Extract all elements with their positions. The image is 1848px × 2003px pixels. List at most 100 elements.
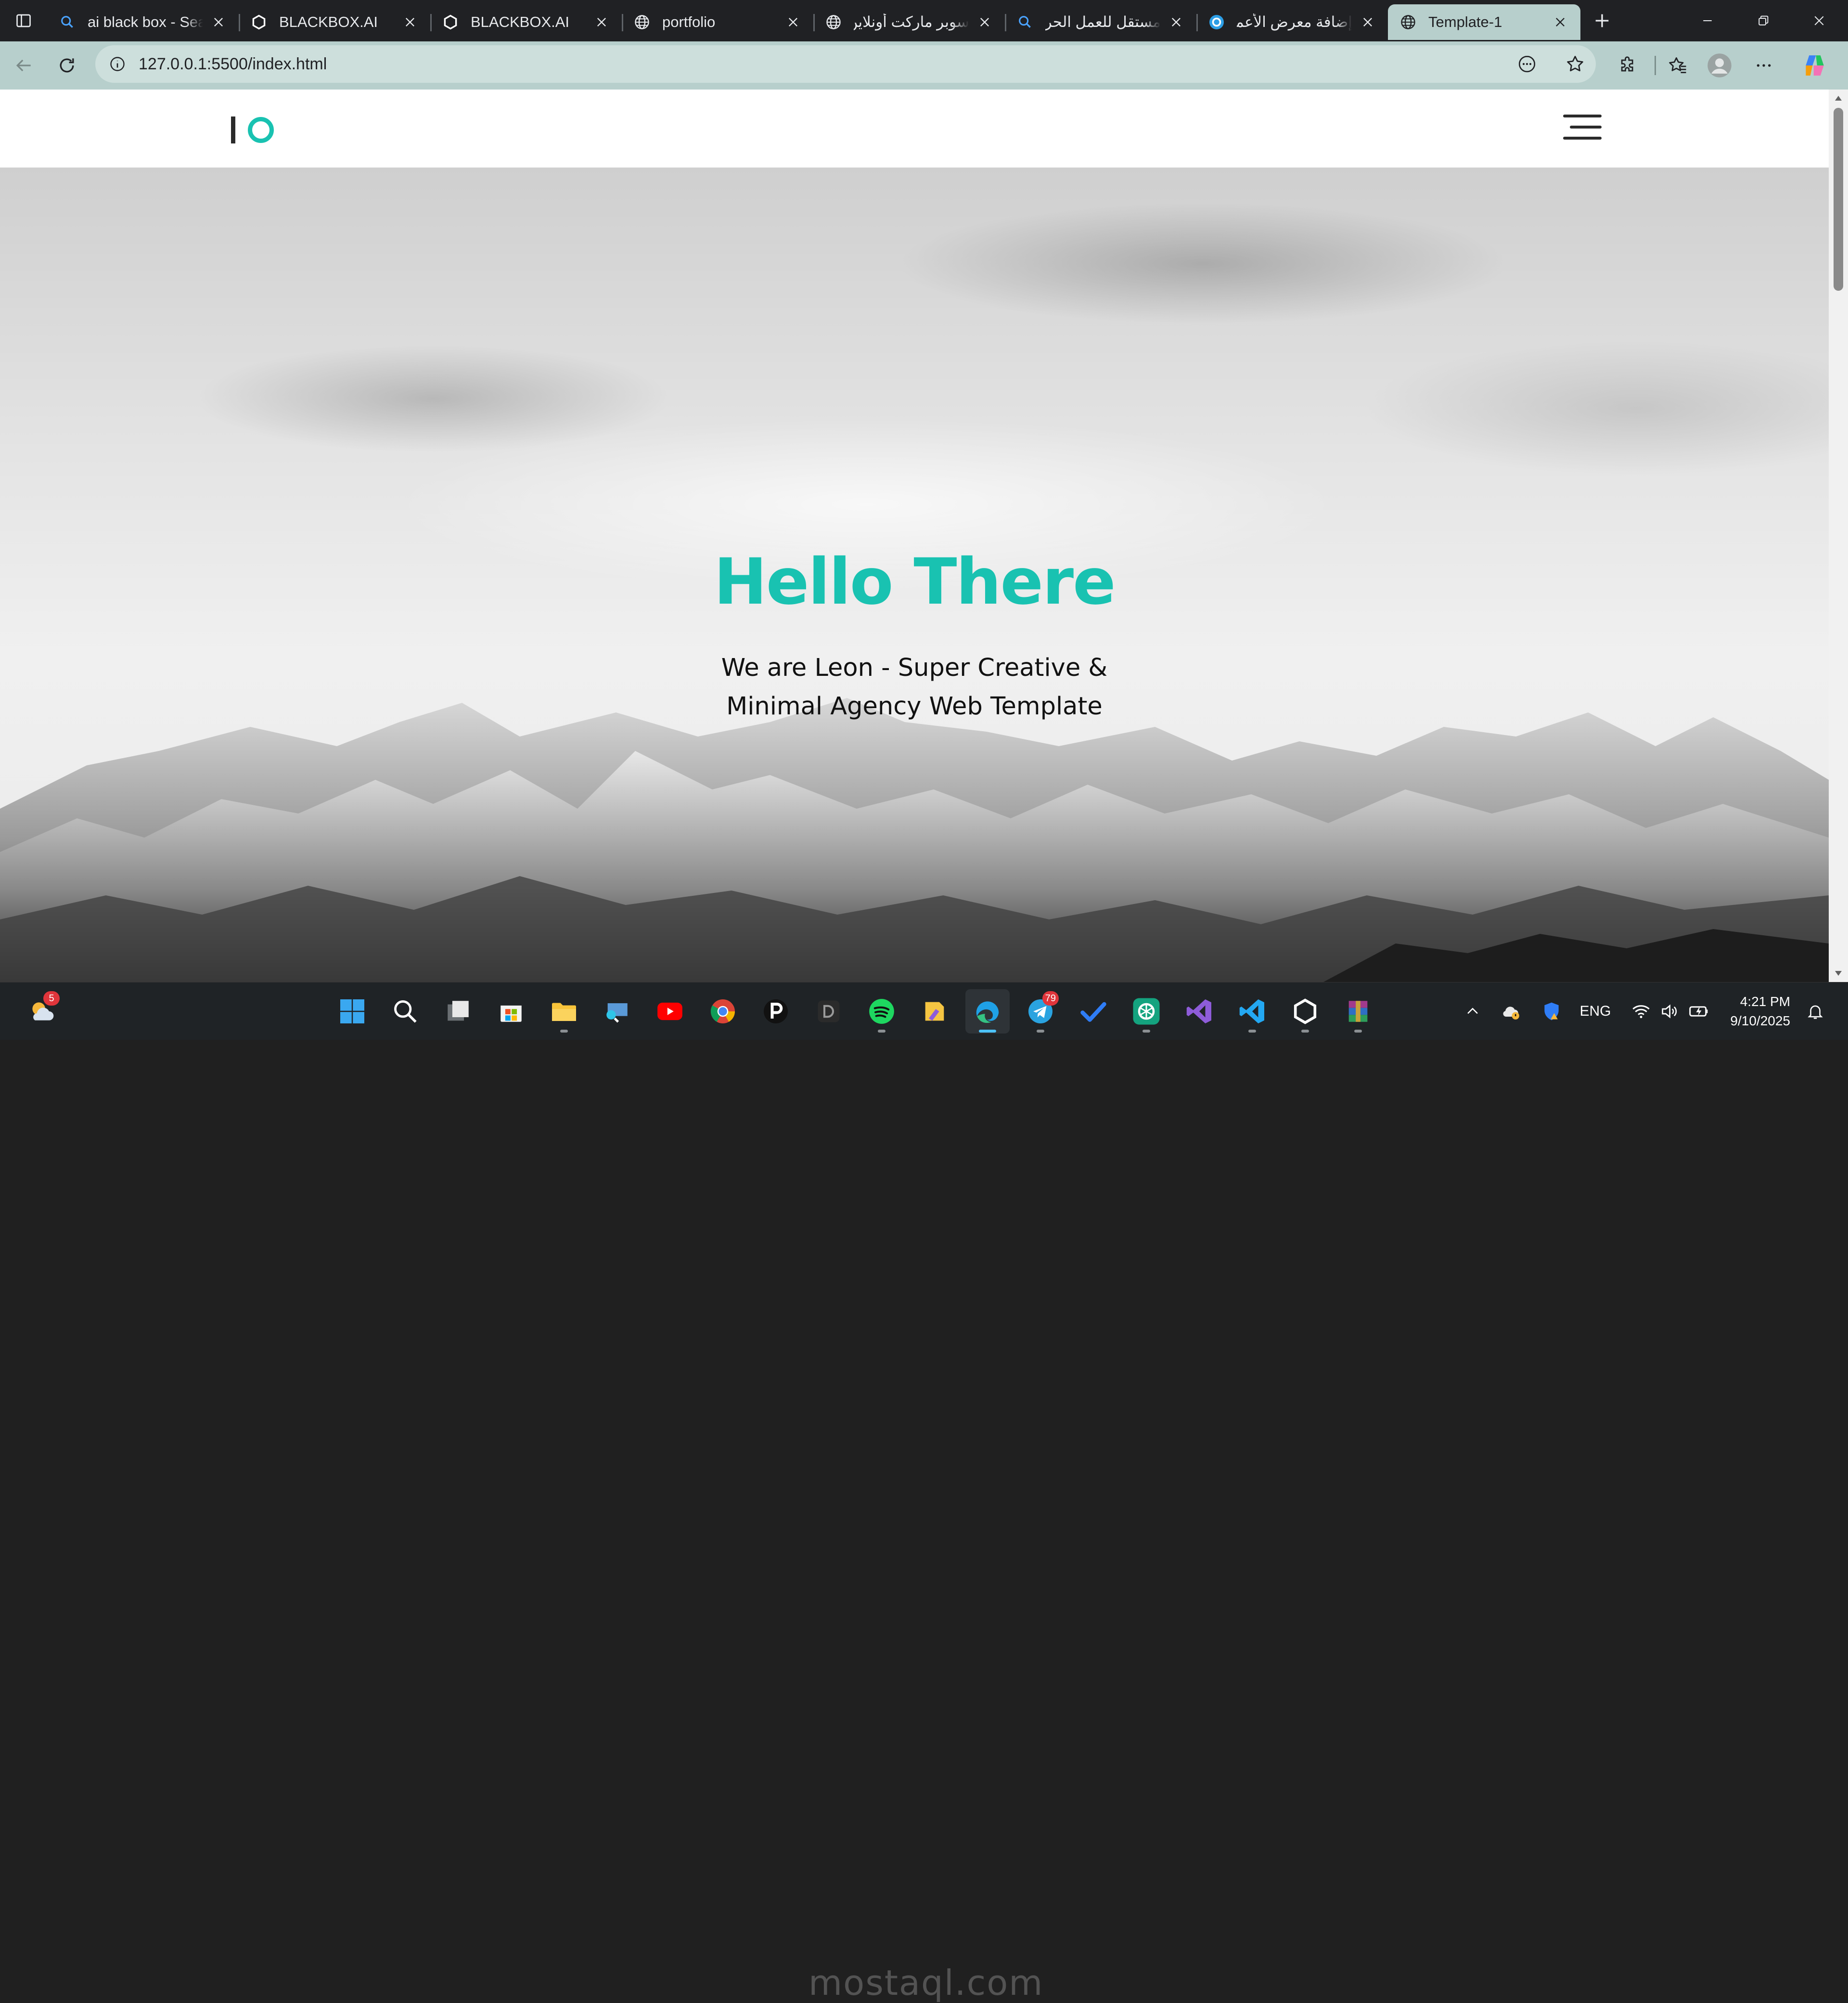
site-info-icon[interactable] <box>109 55 126 73</box>
chatgpt-icon <box>1133 998 1160 1025</box>
tab-close-button[interactable] <box>209 13 228 32</box>
restore-button[interactable] <box>1735 0 1791 41</box>
microsoft-store-app[interactable] <box>489 989 533 1034</box>
url-text[interactable]: 127.0.0.1:5500/index.html <box>139 55 327 74</box>
close-icon <box>597 18 606 26</box>
browser-tab[interactable]: portfolio <box>622 4 813 40</box>
minimize-icon <box>1703 20 1712 21</box>
speaker-icon <box>1662 1004 1677 1019</box>
new-tab-button[interactable] <box>1580 0 1624 41</box>
task-view-icon <box>448 1001 469 1021</box>
tab-close-button[interactable] <box>592 13 611 32</box>
ellipsis-icon <box>1757 64 1771 67</box>
close-icon <box>1172 18 1181 26</box>
profile-button[interactable] <box>1699 45 1740 86</box>
tab-close-button[interactable] <box>1551 13 1570 32</box>
youtube-app[interactable] <box>648 989 692 1034</box>
favorites-star-icon <box>1669 57 1686 74</box>
read-aloud-button[interactable] <box>1515 52 1539 76</box>
toolbar-divider <box>1655 56 1656 75</box>
favorites-button[interactable] <box>1657 45 1699 86</box>
pika-app[interactable] <box>754 989 798 1034</box>
browser-tab[interactable]: إضافة معرض الأعمال <box>1196 4 1388 40</box>
telegram-app[interactable]: 79 <box>1018 989 1063 1034</box>
tab-close-button[interactable] <box>1167 13 1186 32</box>
browser-tab[interactable]: ai black box - Search <box>47 4 239 40</box>
battery-charging-icon <box>1689 1006 1708 1017</box>
blackbox-logo-icon <box>249 13 269 32</box>
chrome-icon <box>710 999 735 1023</box>
scroll-down-button[interactable] <box>1829 965 1848 982</box>
running-indicator <box>878 1030 886 1033</box>
reload-button[interactable] <box>45 44 89 87</box>
tab-close-button[interactable] <box>1358 13 1377 32</box>
security-tray-button[interactable] <box>1537 982 1566 1040</box>
input-language-button[interactable]: ENG <box>1574 982 1617 1040</box>
file-explorer-app[interactable] <box>542 989 586 1034</box>
todo-app[interactable] <box>1071 989 1116 1034</box>
running-indicator <box>1354 1030 1362 1033</box>
archive-books-icon <box>1348 1001 1368 1022</box>
onedrive-tray-button[interactable] <box>1497 982 1526 1040</box>
scroll-up-button[interactable] <box>1829 90 1848 107</box>
browser-tab[interactable]: BLACKBOX.AI <box>430 4 622 40</box>
browser-tab[interactable]: BLACKBOX.AI <box>239 4 430 40</box>
page-scrollbar[interactable] <box>1829 90 1848 982</box>
site-navbar <box>0 90 1829 168</box>
tab-close-button[interactable] <box>975 13 994 32</box>
browser-tab[interactable]: مستقل للعمل الحر - <box>1005 4 1196 40</box>
vscode-icon <box>1239 999 1264 1023</box>
favorite-button[interactable] <box>1563 52 1587 76</box>
settings-menu-button[interactable] <box>1743 45 1784 86</box>
edge-app[interactable] <box>965 989 1010 1034</box>
volume-tray-button[interactable] <box>1655 982 1683 1040</box>
close-icon <box>1363 18 1372 26</box>
hero-section: Hello There We are Leon - Super Creative… <box>0 168 1829 982</box>
back-button[interactable] <box>2 44 45 87</box>
close-icon <box>406 18 414 26</box>
hamburger-line <box>1563 137 1602 140</box>
menu-toggle-button[interactable] <box>1563 115 1602 140</box>
vscode-app[interactable] <box>1230 989 1274 1034</box>
running-indicator <box>1037 1030 1044 1033</box>
minimize-button[interactable] <box>1680 0 1735 41</box>
browser-tab[interactable]: Template-1 <box>1388 4 1580 40</box>
tab-title: BLACKBOX.AI <box>471 13 570 30</box>
clock[interactable]: 4:21 PM 9/10/2025 <box>1718 992 1790 1031</box>
running-indicator <box>560 1030 568 1033</box>
notifications-button[interactable] <box>1801 982 1830 1040</box>
sidebar-icon <box>16 14 31 27</box>
paint-app[interactable] <box>912 989 957 1034</box>
start-button[interactable] <box>330 989 374 1034</box>
edge-icon <box>976 1001 999 1023</box>
hamburger-line <box>1563 115 1602 117</box>
winrar-app[interactable] <box>1336 989 1380 1034</box>
remote-desktop-app[interactable] <box>595 989 639 1034</box>
show-hidden-icons-button[interactable] <box>1458 982 1487 1040</box>
address-bar[interactable]: 127.0.0.1:5500/index.html <box>95 45 1596 83</box>
vertical-tabs-button[interactable] <box>0 0 47 41</box>
taskbar-search-button[interactable] <box>383 989 427 1034</box>
blackbox-app[interactable] <box>1283 989 1327 1034</box>
copilot-button[interactable] <box>1794 45 1835 86</box>
chatgpt-app[interactable] <box>1124 989 1168 1034</box>
task-view-button[interactable] <box>436 989 480 1034</box>
spotify-app[interactable] <box>860 989 904 1034</box>
windows-logo-icon <box>340 999 364 1023</box>
tab-close-button[interactable] <box>783 13 803 32</box>
chrome-app[interactable] <box>701 989 745 1034</box>
dev-app[interactable] <box>807 989 851 1034</box>
close-window-button[interactable] <box>1791 0 1847 41</box>
wifi-tray-button[interactable] <box>1627 982 1656 1040</box>
tab-close-button[interactable] <box>400 13 420 32</box>
blackbox-logo-icon <box>441 13 460 32</box>
browser-tab[interactable]: سوبر ماركت أونلاين <box>813 4 1005 40</box>
visual-studio-app[interactable] <box>1177 989 1221 1034</box>
extensions-button[interactable] <box>1607 45 1649 86</box>
weather-widget[interactable]: 5 <box>19 989 64 1034</box>
scrollbar-thumb[interactable] <box>1834 108 1843 291</box>
battery-tray-button[interactable] <box>1684 982 1713 1040</box>
close-icon <box>789 18 797 26</box>
restore-icon <box>1758 15 1769 26</box>
site-logo[interactable] <box>231 116 274 143</box>
